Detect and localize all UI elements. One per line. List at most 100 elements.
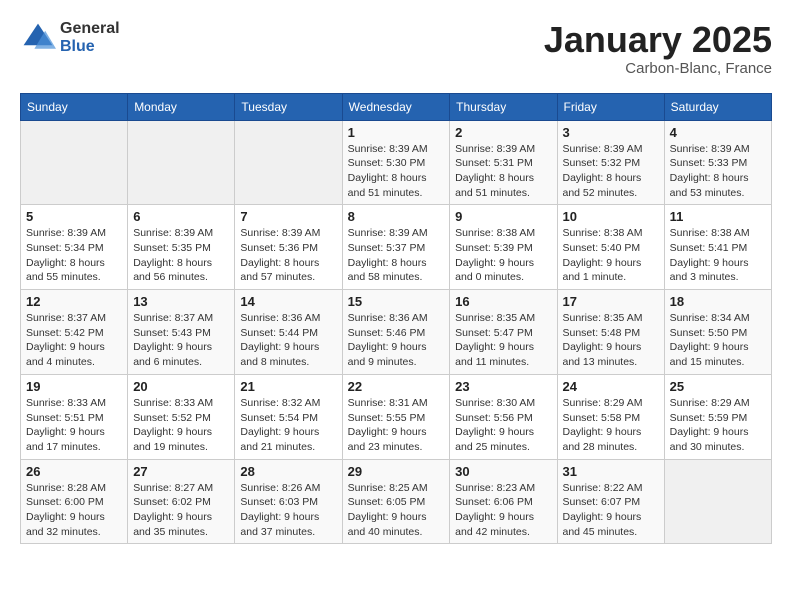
calendar-cell: 28 Sunrise: 8:26 AM Sunset: 6:03 PM Dayli… — [235, 459, 342, 544]
day-info: Sunrise: 8:33 AM Sunset: 5:51 PM Dayligh… — [26, 396, 122, 455]
day-number: 9 — [455, 209, 551, 224]
day-info: Sunrise: 8:39 AM Sunset: 5:37 PM Dayligh… — [348, 226, 445, 285]
calendar-cell: 30Sunrise: 8:23 AM Sunset: 6:06 PM Dayli… — [450, 459, 557, 544]
weekday-header: Thursday — [450, 93, 557, 120]
day-info: Sunrise: 8:38 AM Sunset: 5:41 PM Dayligh… — [670, 226, 766, 285]
logo-general-text: General — [60, 20, 120, 38]
calendar-cell: 27Sunrise: 8:27 AM Sunset: 6:02 PM Dayli… — [128, 459, 235, 544]
day-number: 4 — [670, 125, 766, 140]
day-number: 11 — [670, 209, 766, 224]
page-header: General Blue January 2025 Carbon-Blanc, … — [20, 20, 772, 77]
calendar-cell: 15 Sunrise: 8:36 AM Sunset: 5:46 PM Dayli… — [342, 290, 450, 375]
calendar-cell: 13 Sunrise: 8:37 AM Sunset: 5:43 PM Dayli… — [128, 290, 235, 375]
day-info: Sunrise: 8:39 AM Sunset: 5:33 PM Dayligh… — [670, 142, 766, 201]
day-info: Sunrise: 8:30 AM Sunset: 5:56 PM Dayligh… — [455, 396, 551, 455]
day-info: Sunrise: 8:36 AM Sunset: 5:44 PM Dayligh… — [240, 311, 336, 370]
day-info: Sunrise: 8:28 AM Sunset: 6:00 PM Dayligh… — [26, 481, 122, 540]
calendar-cell: 17 Sunrise: 8:35 AM Sunset: 5:48 PM Dayli… — [557, 290, 664, 375]
calendar-cell — [21, 120, 128, 205]
day-number: 24 — [563, 379, 659, 394]
calendar-cell: 25 Sunrise: 8:29 AM Sunset: 5:59 PM Dayli… — [664, 374, 771, 459]
day-info: Sunrise: 8:38 AM Sunset: 5:39 PM Dayligh… — [455, 226, 551, 285]
day-info: Sunrise: 8:39 AM Sunset: 5:34 PM Dayligh… — [26, 226, 122, 285]
day-number: 2 — [455, 125, 551, 140]
day-number: 15 — [348, 294, 445, 309]
logo: General Blue — [20, 20, 120, 56]
weekday-header: Tuesday — [235, 93, 342, 120]
day-number: 5 — [26, 209, 122, 224]
calendar-week-row: 1 Sunrise: 8:39 AM Sunset: 5:30 PM Daylig… — [21, 120, 772, 205]
day-number: 21 — [240, 379, 336, 394]
day-number: 29 — [348, 464, 445, 479]
calendar-cell: 14 Sunrise: 8:36 AM Sunset: 5:44 PM Dayli… — [235, 290, 342, 375]
calendar-cell: 10 Sunrise: 8:38 AM Sunset: 5:40 PM Dayli… — [557, 205, 664, 290]
calendar-table: SundayMondayTuesdayWednesdayThursdayFrid… — [20, 93, 772, 545]
calendar-cell: 18Sunrise: 8:34 AM Sunset: 5:50 PM Dayli… — [664, 290, 771, 375]
calendar-cell: 1 Sunrise: 8:39 AM Sunset: 5:30 PM Daylig… — [342, 120, 450, 205]
calendar-cell: 6Sunrise: 8:39 AM Sunset: 5:35 PM Daylig… — [128, 205, 235, 290]
day-number: 23 — [455, 379, 551, 394]
calendar-cell: 5 Sunrise: 8:39 AM Sunset: 5:34 PM Daylig… — [21, 205, 128, 290]
day-info: Sunrise: 8:39 AM Sunset: 5:32 PM Dayligh… — [563, 142, 659, 201]
day-info: Sunrise: 8:36 AM Sunset: 5:46 PM Dayligh… — [348, 311, 445, 370]
weekday-header: Sunday — [21, 93, 128, 120]
calendar-cell: 11 Sunrise: 8:38 AM Sunset: 5:41 PM Dayli… — [664, 205, 771, 290]
day-info: Sunrise: 8:29 AM Sunset: 5:58 PM Dayligh… — [563, 396, 659, 455]
day-info: Sunrise: 8:37 AM Sunset: 5:43 PM Dayligh… — [133, 311, 229, 370]
day-number: 14 — [240, 294, 336, 309]
day-number: 17 — [563, 294, 659, 309]
day-info: Sunrise: 8:31 AM Sunset: 5:55 PM Dayligh… — [348, 396, 445, 455]
day-number: 22 — [348, 379, 445, 394]
weekday-header: Friday — [557, 93, 664, 120]
day-number: 1 — [348, 125, 445, 140]
day-info: Sunrise: 8:22 AM Sunset: 6:07 PM Dayligh… — [563, 481, 659, 540]
day-number: 16 — [455, 294, 551, 309]
day-number: 20 — [133, 379, 229, 394]
day-number: 10 — [563, 209, 659, 224]
day-info: Sunrise: 8:25 AM Sunset: 6:05 PM Dayligh… — [348, 481, 445, 540]
day-number: 7 — [240, 209, 336, 224]
day-info: Sunrise: 8:39 AM Sunset: 5:30 PM Dayligh… — [348, 142, 445, 201]
calendar-cell: 23 Sunrise: 8:30 AM Sunset: 5:56 PM Dayli… — [450, 374, 557, 459]
day-number: 31 — [563, 464, 659, 479]
day-number: 12 — [26, 294, 122, 309]
calendar-cell — [128, 120, 235, 205]
day-info: Sunrise: 8:26 AM Sunset: 6:03 PM Dayligh… — [240, 481, 336, 540]
calendar-week-row: 5 Sunrise: 8:39 AM Sunset: 5:34 PM Daylig… — [21, 205, 772, 290]
calendar-cell: 16 Sunrise: 8:35 AM Sunset: 5:47 PM Dayli… — [450, 290, 557, 375]
title-block: January 2025 Carbon-Blanc, France — [544, 20, 772, 77]
day-info: Sunrise: 8:37 AM Sunset: 5:42 PM Dayligh… — [26, 311, 122, 370]
calendar-cell: 12 Sunrise: 8:37 AM Sunset: 5:42 PM Dayli… — [21, 290, 128, 375]
day-info: Sunrise: 8:38 AM Sunset: 5:40 PM Dayligh… — [563, 226, 659, 285]
day-number: 8 — [348, 209, 445, 224]
day-number: 19 — [26, 379, 122, 394]
weekday-header: Saturday — [664, 93, 771, 120]
day-number: 28 — [240, 464, 336, 479]
calendar-week-row: 19 Sunrise: 8:33 AM Sunset: 5:51 PM Dayli… — [21, 374, 772, 459]
location: Carbon-Blanc, France — [544, 60, 772, 77]
day-info: Sunrise: 8:35 AM Sunset: 5:48 PM Dayligh… — [563, 311, 659, 370]
day-number: 3 — [563, 125, 659, 140]
calendar-cell: 2Sunrise: 8:39 AM Sunset: 5:31 PM Daylig… — [450, 120, 557, 205]
day-info: Sunrise: 8:23 AM Sunset: 6:06 PM Dayligh… — [455, 481, 551, 540]
day-number: 6 — [133, 209, 229, 224]
day-number: 13 — [133, 294, 229, 309]
day-info: Sunrise: 8:32 AM Sunset: 5:54 PM Dayligh… — [240, 396, 336, 455]
calendar-cell: 19 Sunrise: 8:33 AM Sunset: 5:51 PM Dayli… — [21, 374, 128, 459]
calendar-cell: 24 Sunrise: 8:29 AM Sunset: 5:58 PM Dayli… — [557, 374, 664, 459]
calendar-cell: 26 Sunrise: 8:28 AM Sunset: 6:00 PM Dayli… — [21, 459, 128, 544]
calendar-cell: 21 Sunrise: 8:32 AM Sunset: 5:54 PM Dayli… — [235, 374, 342, 459]
weekday-header-row: SundayMondayTuesdayWednesdayThursdayFrid… — [21, 93, 772, 120]
day-number: 26 — [26, 464, 122, 479]
weekday-header: Monday — [128, 93, 235, 120]
calendar-cell: 31 Sunrise: 8:22 AM Sunset: 6:07 PM Dayli… — [557, 459, 664, 544]
calendar-cell: 7 Sunrise: 8:39 AM Sunset: 5:36 PM Daylig… — [235, 205, 342, 290]
calendar-cell: 4 Sunrise: 8:39 AM Sunset: 5:33 PM Daylig… — [664, 120, 771, 205]
calendar-cell: 29 Sunrise: 8:25 AM Sunset: 6:05 PM Dayli… — [342, 459, 450, 544]
day-info: Sunrise: 8:39 AM Sunset: 5:36 PM Dayligh… — [240, 226, 336, 285]
logo-blue-text: Blue — [60, 38, 120, 56]
calendar-cell: 20Sunrise: 8:33 AM Sunset: 5:52 PM Dayli… — [128, 374, 235, 459]
day-info: Sunrise: 8:35 AM Sunset: 5:47 PM Dayligh… — [455, 311, 551, 370]
day-number: 25 — [670, 379, 766, 394]
day-info: Sunrise: 8:29 AM Sunset: 5:59 PM Dayligh… — [670, 396, 766, 455]
